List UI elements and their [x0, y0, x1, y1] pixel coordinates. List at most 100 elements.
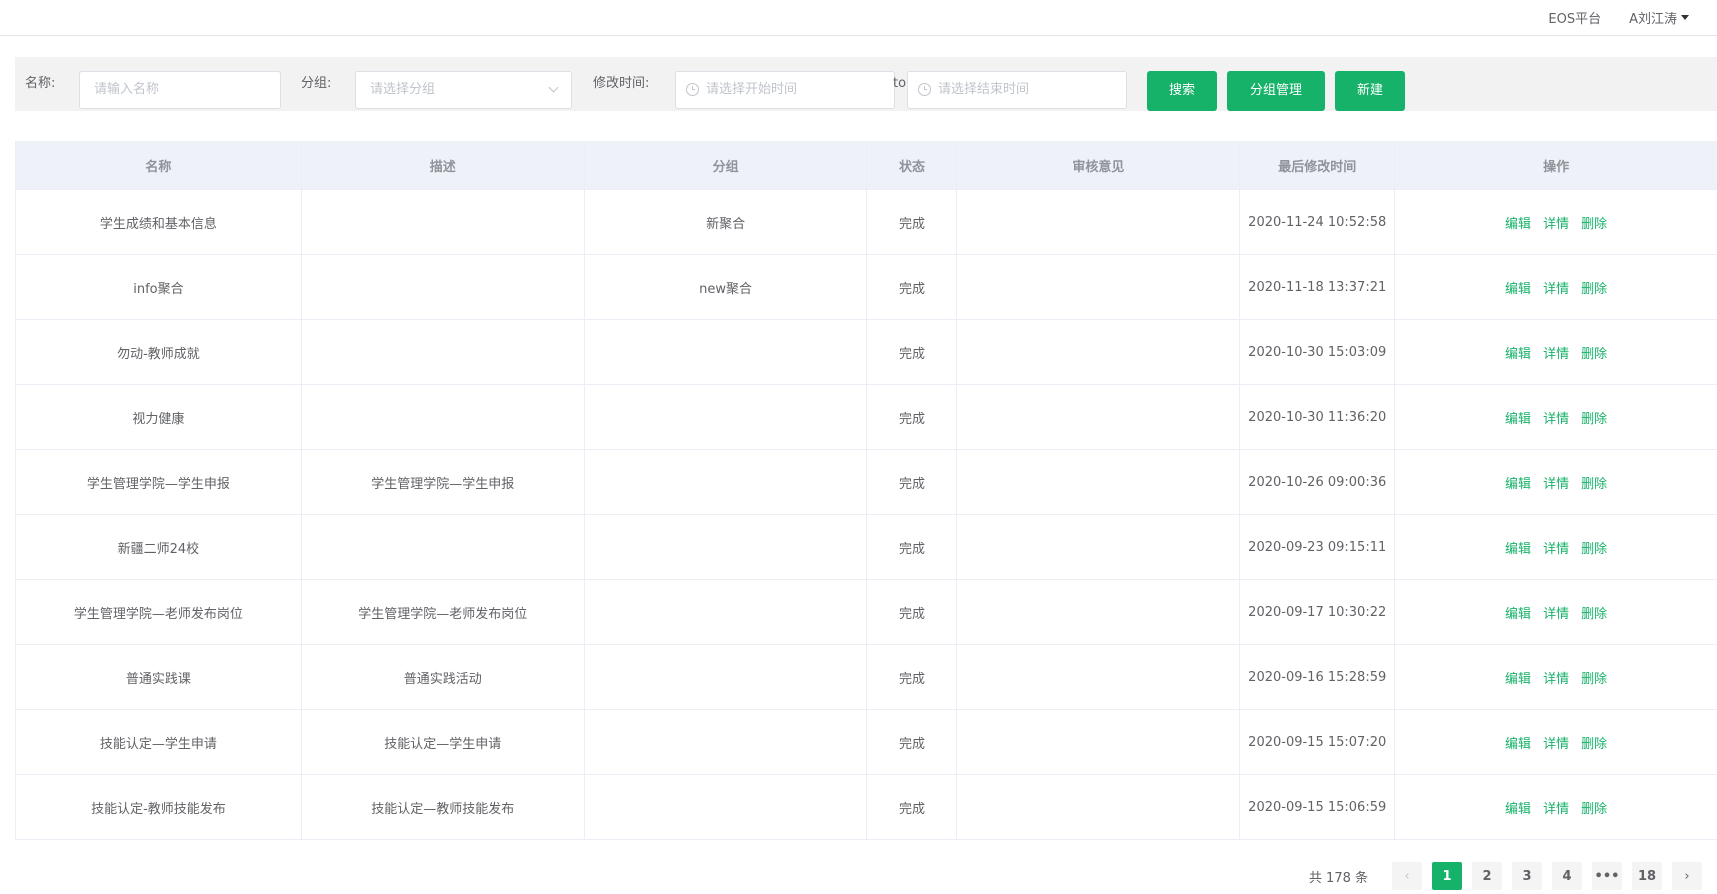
cell-status: 完成: [867, 515, 958, 579]
cell-group: [585, 710, 868, 774]
group-label: 分组:: [301, 76, 332, 91]
table-row: 普通实践课 普通实践活动 完成 2020-09-16 15:28:59 编辑 详情 删除: [16, 645, 1717, 710]
cell-actions: 编辑 详情 删除: [1395, 580, 1717, 644]
create-button[interactable]: 新建: [1335, 71, 1405, 111]
cell-desc: [302, 515, 585, 579]
delete-button[interactable]: 删除: [1581, 538, 1607, 557]
edit-button[interactable]: 编辑: [1505, 473, 1531, 492]
edit-button[interactable]: 编辑: [1505, 278, 1531, 297]
detail-button[interactable]: 详情: [1543, 538, 1569, 557]
more-pages-button[interactable]: •••: [1592, 862, 1622, 890]
page-1-button[interactable]: 1: [1432, 862, 1462, 890]
prev-page-button[interactable]: ‹: [1392, 862, 1422, 890]
cell-review: [957, 255, 1241, 319]
cell-desc: 普通实践活动: [302, 645, 585, 709]
top-bar: EOS平台 A刘江涛: [0, 0, 1717, 36]
edit-button[interactable]: 编辑: [1505, 213, 1531, 232]
cell-actions: 编辑 详情 删除: [1395, 450, 1717, 514]
cell-status: 完成: [867, 320, 958, 384]
start-time-placeholder: 请选择开始时间: [706, 82, 798, 97]
edit-button[interactable]: 编辑: [1505, 668, 1531, 687]
detail-button[interactable]: 详情: [1543, 798, 1569, 817]
table-row: 学生管理学院—学生申报 学生管理学院—学生申报 完成 2020-10-26 09:00…: [16, 450, 1717, 515]
user-menu[interactable]: A刘江涛: [1629, 8, 1689, 27]
cell-review: [957, 515, 1241, 579]
table-row: 新疆二师24校 完成 2020-09-23 09:15:11 编辑 详情 删除: [16, 515, 1717, 580]
detail-button[interactable]: 详情: [1543, 733, 1569, 752]
clock-icon: [918, 83, 931, 96]
cell-name: 学生管理学院—老师发布岗位: [16, 580, 302, 644]
delete-button[interactable]: 删除: [1581, 408, 1607, 427]
detail-button[interactable]: 详情: [1543, 343, 1569, 362]
cell-name: 视力健康: [16, 385, 302, 449]
detail-button[interactable]: 详情: [1543, 473, 1569, 492]
column-header-desc: 描述: [302, 141, 585, 189]
cell-name: 技能认定—学生申请: [16, 710, 302, 774]
table-row: 学生管理学院—老师发布岗位 学生管理学院—老师发布岗位 完成 2020-09-17 1…: [16, 580, 1717, 645]
edit-button[interactable]: 编辑: [1505, 343, 1531, 362]
group-select[interactable]: 请选择分组: [355, 71, 572, 109]
page-18-button[interactable]: 18: [1632, 862, 1662, 890]
to-label: to: [893, 76, 907, 91]
cell-time: 2020-09-15 15:07:20: [1240, 710, 1396, 774]
table-row: 技能认定-教师技能发布 技能认定—教师技能发布 完成 2020-09-15 15:06…: [16, 775, 1717, 840]
cell-time: 2020-10-26 09:00:36: [1240, 450, 1396, 514]
detail-button[interactable]: 详情: [1543, 603, 1569, 622]
data-table: 名称 描述 分组 状态 审核意见 最后修改时间 操作 学生成绩和基本信息 新聚合完…: [15, 141, 1717, 840]
cell-desc: 技能认定—学生申请: [302, 710, 585, 774]
page-2-button[interactable]: 2: [1472, 862, 1502, 890]
cell-actions: 编辑 详情 删除: [1395, 320, 1717, 384]
cell-group: [585, 320, 868, 384]
start-time-input[interactable]: 请选择开始时间: [675, 71, 895, 109]
end-time-placeholder: 请选择结束时间: [938, 82, 1030, 97]
detail-button[interactable]: 详情: [1543, 408, 1569, 427]
cell-desc: [302, 320, 585, 384]
edit-button[interactable]: 编辑: [1505, 408, 1531, 427]
detail-button[interactable]: 详情: [1543, 668, 1569, 687]
end-time-input[interactable]: 请选择结束时间: [907, 71, 1127, 109]
name-input-placeholder: 请输入名称: [94, 82, 160, 97]
table-row: info聚合 new聚合 完成 2020-11-18 13:37:21 编辑 详情 删除: [16, 255, 1717, 320]
caret-down-icon: [1681, 15, 1689, 20]
table-row: 视力健康 完成 2020-10-30 11:36:20 编辑 详情 删除: [16, 385, 1717, 450]
cell-review: [957, 385, 1241, 449]
delete-button[interactable]: 删除: [1581, 473, 1607, 492]
delete-button[interactable]: 删除: [1581, 213, 1607, 232]
column-header-group: 分组: [585, 141, 868, 189]
cell-group: [585, 450, 868, 514]
edit-button[interactable]: 编辑: [1505, 733, 1531, 752]
cell-review: [957, 450, 1241, 514]
edit-button[interactable]: 编辑: [1505, 538, 1531, 557]
detail-button[interactable]: 详情: [1543, 278, 1569, 297]
cell-time: 2020-09-15 15:06:59: [1240, 775, 1396, 839]
platform-link[interactable]: EOS平台: [1548, 8, 1601, 27]
time-label: 修改时间:: [593, 76, 650, 91]
cell-desc: [302, 255, 585, 319]
delete-button[interactable]: 删除: [1581, 343, 1607, 362]
cell-time: 2020-11-24 10:52:58: [1240, 190, 1396, 254]
cell-name: 学生成绩和基本信息: [16, 190, 302, 254]
delete-button[interactable]: 删除: [1581, 733, 1607, 752]
search-button[interactable]: 搜索: [1147, 71, 1217, 111]
cell-time: 2020-09-23 09:15:11: [1240, 515, 1396, 579]
table-row: 勿动-教师成就 完成 2020-10-30 15:03:09 编辑 详情 删除: [16, 320, 1717, 385]
page-4-button[interactable]: 4: [1552, 862, 1582, 890]
cell-desc: 技能认定—教师技能发布: [302, 775, 585, 839]
delete-button[interactable]: 删除: [1581, 278, 1607, 297]
cell-desc: 学生管理学院—学生申报: [302, 450, 585, 514]
pagination: 共 178 条 ‹ 1 2 3 4 ••• 18 ›: [1309, 862, 1702, 890]
detail-button[interactable]: 详情: [1543, 213, 1569, 232]
edit-button[interactable]: 编辑: [1505, 798, 1531, 817]
group-manage-button[interactable]: 分组管理: [1227, 71, 1325, 111]
page-3-button[interactable]: 3: [1512, 862, 1542, 890]
name-input[interactable]: 请输入名称: [79, 71, 281, 109]
next-page-button[interactable]: ›: [1672, 862, 1702, 890]
cell-time: 2020-10-30 11:36:20: [1240, 385, 1396, 449]
delete-button[interactable]: 删除: [1581, 668, 1607, 687]
cell-status: 完成: [867, 255, 958, 319]
edit-button[interactable]: 编辑: [1505, 603, 1531, 622]
delete-button[interactable]: 删除: [1581, 603, 1607, 622]
cell-desc: [302, 190, 585, 254]
cell-time: 2020-11-18 13:37:21: [1240, 255, 1396, 319]
delete-button[interactable]: 删除: [1581, 798, 1607, 817]
